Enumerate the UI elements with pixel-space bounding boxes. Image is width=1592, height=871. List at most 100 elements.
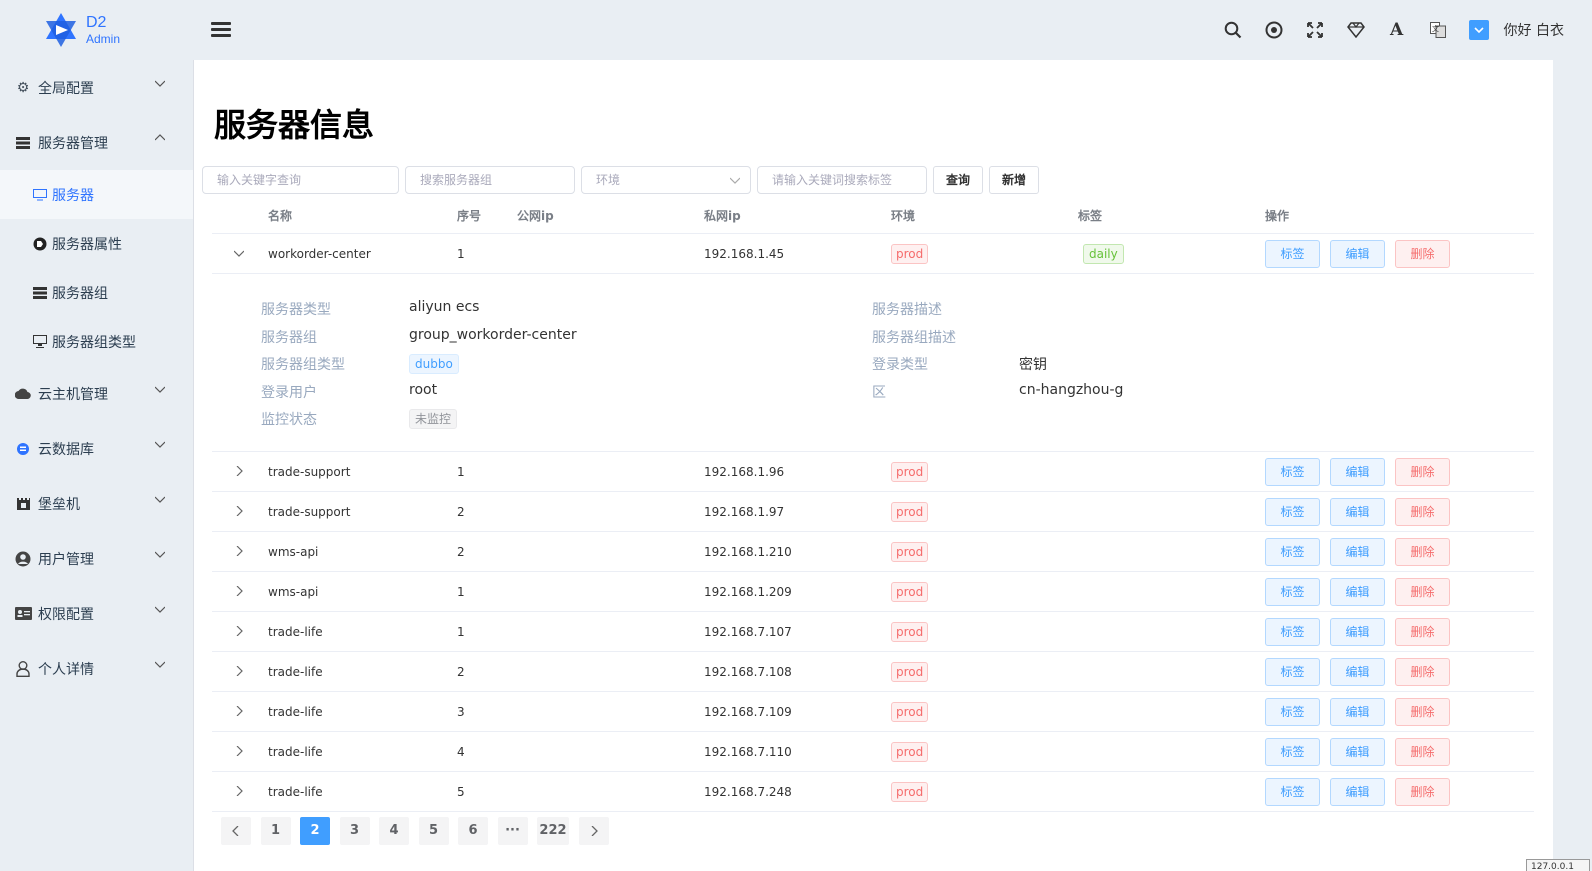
header-actions: 操作 [1265,209,1290,223]
sidebar-item-server-management[interactable]: 服务器管理 [0,115,193,170]
chevron-right-icon[interactable] [234,746,244,756]
search-icon[interactable] [1222,19,1244,41]
tag-button[interactable]: 标签 [1265,778,1320,806]
keyword-search-input[interactable]: 输入关键字查询 [202,166,399,194]
user-greeting[interactable]: 你好 白衣 [1504,20,1564,40]
cell-private-ip: 192.168.7.108 [704,665,792,679]
page-button[interactable]: 4 [379,817,409,845]
delete-button[interactable]: 删除 [1395,778,1450,806]
detail-value-server-type: aliyun ecs [409,299,480,315]
edit-button[interactable]: 编辑 [1330,698,1385,726]
logo[interactable]: D2 Admin [0,0,193,60]
tag-button[interactable]: 标签 [1265,498,1320,526]
sidebar-item-label: 服务器组 [52,285,108,302]
cell-name: trade-life [268,705,323,719]
chevron-right-icon[interactable] [234,706,244,716]
tag-button[interactable]: 标签 [1265,658,1320,686]
edit-button[interactable]: 编辑 [1330,778,1385,806]
tag-button[interactable]: 标签 [1265,458,1320,486]
tag-button[interactable]: 标签 [1265,538,1320,566]
menu-toggle-icon[interactable] [211,22,231,38]
sidebar-item-permission-config[interactable]: 权限配置 [0,586,193,641]
cell-name: trade-life [268,665,323,679]
page-button[interactable]: 3 [339,817,370,845]
label-tag: daily [1083,244,1124,264]
sidebar-item-bastion[interactable]: 堡垒机 [0,476,193,531]
castle-icon [14,495,32,513]
server-group-search-input[interactable]: 搜索服务器组 [405,166,575,194]
cell-name: wms-api [268,585,319,599]
delete-button[interactable]: 删除 [1395,738,1450,766]
sidebar-item-cloud-database[interactable]: 云数据库 [0,421,193,476]
delete-button[interactable]: 删除 [1395,498,1450,526]
sidebar-item-global-config[interactable]: ⚙ 全局配置 [0,60,193,115]
query-button[interactable]: 查询 [933,166,984,194]
prev-page-button[interactable] [221,817,251,845]
cell-private-ip: 192.168.7.107 [704,625,792,639]
delete-button[interactable]: 删除 [1395,538,1450,566]
chevron-right-icon[interactable] [234,506,244,516]
edit-button[interactable]: 编辑 [1330,240,1385,268]
delete-button[interactable]: 删除 [1395,658,1450,686]
chevron-right-icon[interactable] [234,466,244,476]
delete-button[interactable]: 删除 [1395,698,1450,726]
fullscreen-icon[interactable] [1304,19,1326,41]
chevron-right-icon[interactable] [234,666,244,676]
table-row: trade-life 1 192.168.7.107 prod 标签 编辑 删除 [212,612,1534,652]
tag-button[interactable]: 标签 [1265,738,1320,766]
delete-button[interactable]: 删除 [1395,578,1450,606]
record-icon[interactable] [1263,19,1285,41]
edit-button[interactable]: 编辑 [1330,458,1385,486]
edit-button[interactable]: 编辑 [1330,498,1385,526]
sidebar-item-label: 权限配置 [38,606,94,623]
translate-icon[interactable]: 文 [1427,19,1449,41]
cell-private-ip: 192.168.1.210 [704,545,792,559]
delete-button[interactable]: 删除 [1395,618,1450,646]
table-body: trade-support 1 192.168.1.96 prod 标签 编辑 删除 trad… [212,452,1534,812]
env-tag: prod [891,462,929,482]
theme-select-icon[interactable] [1468,19,1490,41]
chevron-down-icon [155,386,165,393]
page-button-last[interactable]: 222 [537,817,569,845]
table-row: trade-life 4 192.168.7.110 prod 标签 编辑 删除 [212,732,1534,772]
chevron-right-icon[interactable] [234,546,244,556]
sidebar-item-server[interactable]: 服务器 [0,170,193,219]
tag-search-input[interactable]: 请输入关键词搜索标签 [757,166,927,194]
sidebar-item-profile[interactable]: 个人详情 [0,641,193,696]
sidebar-item-server-attributes[interactable]: 服务器属性 [0,219,193,268]
edit-button[interactable]: 编辑 [1330,578,1385,606]
edit-button[interactable]: 编辑 [1330,658,1385,686]
delete-button[interactable]: 删除 [1395,240,1450,268]
chevron-right-icon[interactable] [234,786,244,796]
env-tag: prod [891,542,929,562]
page-button-current[interactable]: 2 [300,817,330,845]
pagination: 1 2 3 4 5 6 ··· 222 [221,817,618,845]
tag-button[interactable]: 标签 [1265,618,1320,646]
chevron-right-icon[interactable] [234,626,244,636]
detail-label-group-type: 服务器组类型 [261,357,345,373]
tag-button[interactable]: 标签 [1265,240,1320,268]
next-page-button[interactable] [578,817,609,845]
add-button[interactable]: 新增 [989,166,1040,194]
env-select[interactable]: 环境 [581,166,751,194]
tag-button[interactable]: 标签 [1265,578,1320,606]
page-ellipsis[interactable]: ··· [497,817,528,845]
chevron-down-icon[interactable] [234,248,244,258]
diamond-icon[interactable] [1345,19,1367,41]
page-button[interactable]: 5 [418,817,449,845]
monitor-icon [32,187,48,203]
sidebar-item-user-management[interactable]: 用户管理 [0,531,193,586]
chevron-right-icon[interactable] [234,586,244,596]
page-button[interactable]: 6 [458,817,488,845]
sidebar-item-server-group-type[interactable]: 服务器组类型 [0,317,193,366]
page-button[interactable]: 1 [260,817,291,845]
sidebar-item-cloud-host[interactable]: 云主机管理 [0,366,193,421]
font-icon[interactable]: A [1386,19,1408,41]
edit-button[interactable]: 编辑 [1330,538,1385,566]
edit-button[interactable]: 编辑 [1330,618,1385,646]
tag-button[interactable]: 标签 [1265,698,1320,726]
chevron-down-icon [155,441,165,448]
sidebar-item-server-group[interactable]: 服务器组 [0,268,193,317]
delete-button[interactable]: 删除 [1395,458,1450,486]
edit-button[interactable]: 编辑 [1330,738,1385,766]
